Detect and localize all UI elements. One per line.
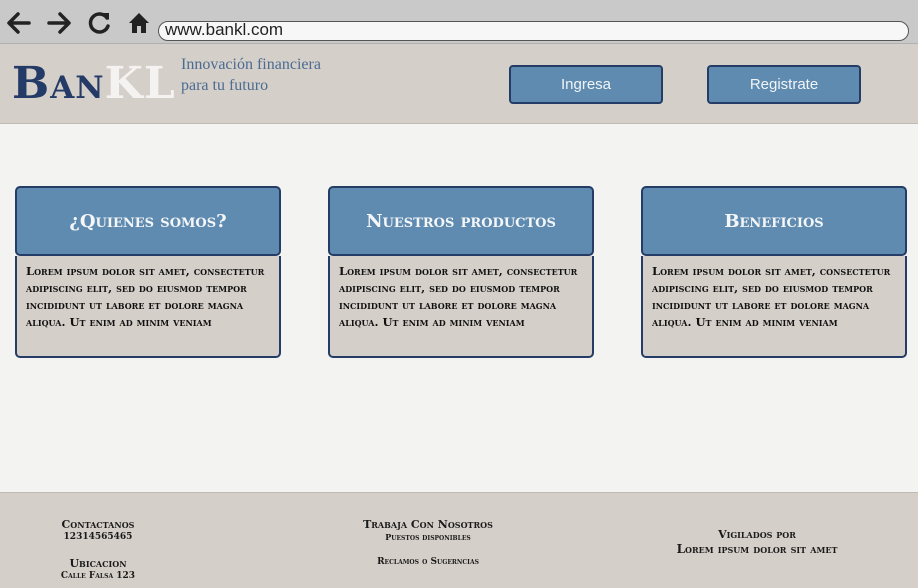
supervised-value: Lorem ipsum dolor sit amet	[676, 542, 838, 556]
logo-part-ban: Ban	[12, 58, 105, 109]
home-icon[interactable]	[125, 9, 153, 37]
card-nuestros-productos: Nuestros productos Lorem ipsum dolor sit…	[328, 186, 594, 358]
bankl-logo[interactable]: BanKL	[12, 58, 176, 110]
location-label[interactable]: Ubicacion	[48, 557, 148, 570]
supervised-label: Vigilados por	[718, 528, 796, 541]
jobs-subtitle[interactable]: Puestos disponibles	[338, 531, 518, 543]
jobs-link[interactable]: Trabaja Con Nosotros	[338, 518, 518, 531]
claims-block: Reclamos o Sugerncias	[338, 556, 518, 568]
card-quienes-somos: ¿Quienes somos? Lorem ipsum dolor sit am…	[15, 186, 281, 358]
login-button[interactable]: Ingresa	[509, 65, 663, 104]
back-arrow-icon[interactable]	[4, 9, 32, 37]
site-footer: Contactanos 12314565465 Ubicacion Calle …	[0, 492, 918, 588]
card-title[interactable]: ¿Quienes somos?	[15, 186, 281, 256]
site-header: BanKL Innovación financiera para tu futu…	[0, 44, 918, 124]
register-button[interactable]: Registrate	[707, 65, 861, 104]
card-body: Lorem ipsum dolor sit amet, consectetur …	[15, 256, 281, 358]
contact-label[interactable]: Contactanos	[48, 518, 148, 531]
card-body: Lorem ipsum dolor sit amet, consectetur …	[641, 256, 907, 358]
card-title[interactable]: Beneficios	[641, 186, 907, 256]
card-title[interactable]: Nuestros productos	[328, 186, 594, 256]
jobs-block: Trabaja Con Nosotros Puestos disponibles	[338, 518, 518, 543]
main-content: ¿Quienes somos? Lorem ipsum dolor sit am…	[0, 124, 918, 492]
browser-toolbar: www.bankl.com	[0, 0, 918, 44]
card-beneficios: Beneficios Lorem ipsum dolor sit amet, c…	[641, 186, 907, 358]
logo-part-kl: KL	[104, 58, 176, 109]
tagline: Innovación financiera para tu futuro	[181, 56, 321, 94]
forward-arrow-icon[interactable]	[46, 9, 74, 37]
contact-phone: 12314565465	[63, 532, 133, 542]
supervised-block: Vigilados por Lorem ipsum dolor sit amet	[647, 528, 867, 557]
address-bar[interactable]: www.bankl.com	[158, 21, 909, 41]
reload-icon[interactable]	[85, 9, 113, 37]
location-block: Ubicacion Calle Falsa 123	[48, 557, 148, 582]
location-address: Calle Falsa 123	[60, 571, 136, 581]
contact-block: Contactanos 12314565465	[48, 518, 148, 543]
card-body: Lorem ipsum dolor sit amet, consectetur …	[328, 256, 594, 358]
claims-link[interactable]: Reclamos o Sugerncias	[338, 556, 518, 568]
